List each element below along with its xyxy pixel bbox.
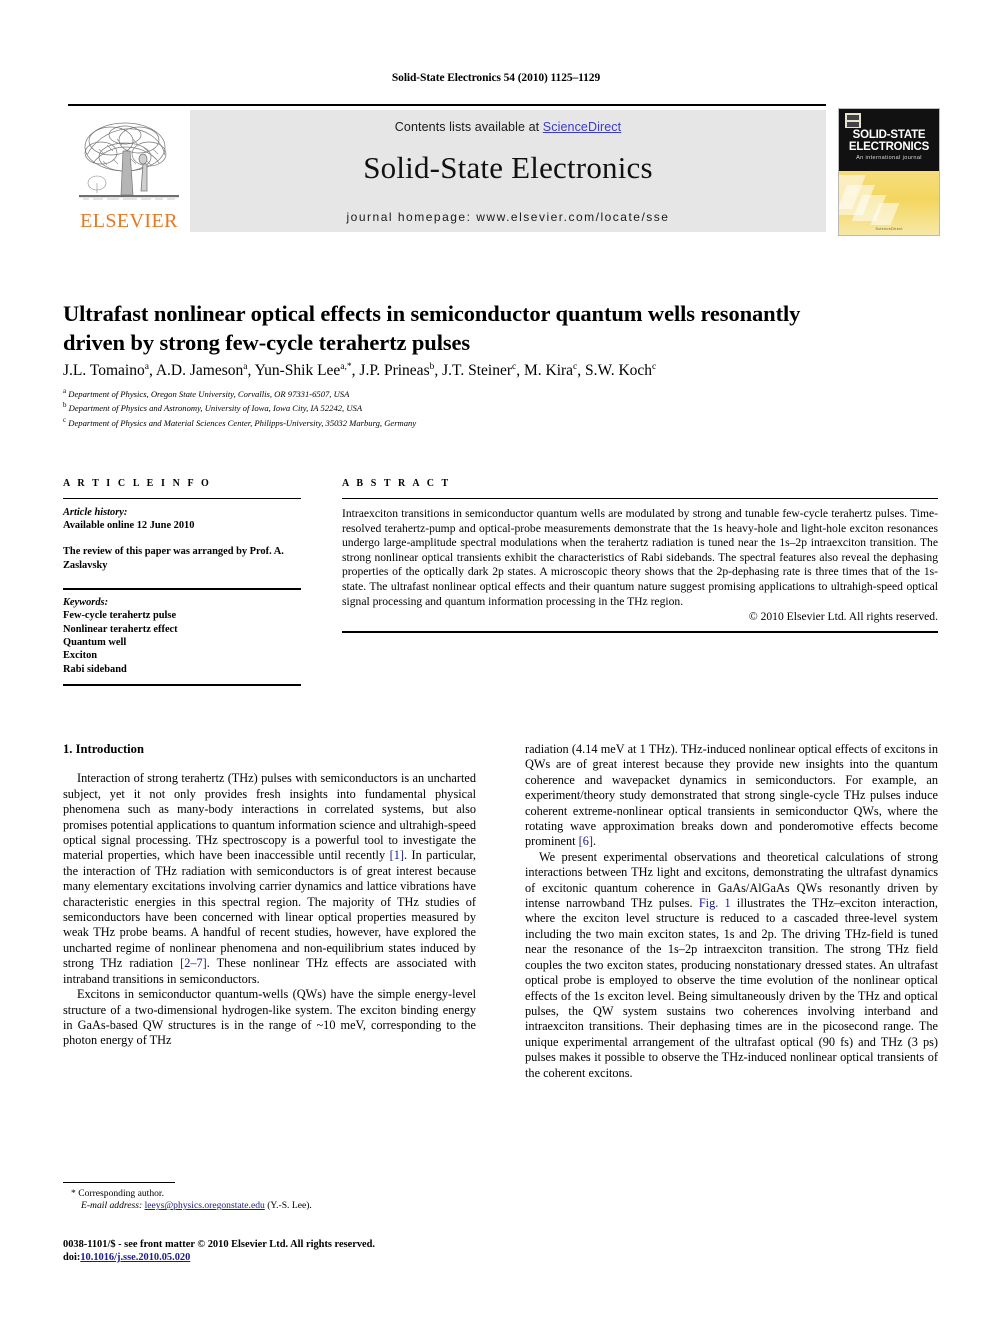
doi-label: doi: — [63, 1252, 81, 1263]
article-info-column: A R T I C L E I N F O Article history: A… — [63, 478, 301, 687]
keyword-item: Few-cycle terahertz pulse — [63, 610, 177, 622]
keyword-item: Rabi sideband — [63, 663, 127, 675]
footnote-block: * Corresponding author. E-mail address: … — [63, 1188, 483, 1212]
cover-title-line-2: ELECTRONICS — [848, 141, 930, 153]
article-history-value: Available online 12 June 2010 — [63, 520, 195, 532]
body-paragraph: Interaction of strong terahertz (THz) pu… — [63, 771, 476, 986]
body-paragraph: Excitons in semiconductor quantum-wells … — [63, 987, 476, 1048]
journal-homepage-link[interactable]: journal homepage: www.elsevier.com/locat… — [190, 186, 826, 224]
body-paragraph: radiation (4.14 meV at 1 THz). THz-induc… — [525, 742, 938, 849]
article-page: Solid-State Electronics 54 (2010) 1125–1… — [0, 0, 992, 1323]
journal-banner: ELSEVIER Contents lists available at Sci… — [68, 110, 826, 232]
cover-footer-mark: ScienceDirect — [875, 226, 903, 231]
body-column-left: 1. Introduction Interaction of strong te… — [63, 742, 476, 1049]
article-history-label: Article history: — [63, 507, 128, 518]
citation-link[interactable]: [2–7] — [180, 956, 207, 970]
doi-line: doi:10.1016/j.sse.2010.05.020 — [63, 1251, 523, 1264]
contents-lists-prefix: Contents lists available at — [394, 120, 543, 134]
abstract-heading: A B S T R A C T — [342, 478, 451, 489]
elsevier-tree-icon — [73, 115, 185, 211]
banner-top-rule — [68, 104, 826, 106]
abstract-copyright: © 2010 Elsevier Ltd. All rights reserved… — [748, 610, 938, 624]
doi-link[interactable]: 10.1016/j.sse.2010.05.020 — [80, 1252, 190, 1263]
citation-link[interactable]: [1] — [390, 848, 404, 862]
sciencedirect-link[interactable]: ScienceDirect — [543, 120, 621, 134]
imprint-line: 0038-1101/$ - see front matter © 2010 El… — [63, 1239, 376, 1250]
abstract-rule-bottom — [342, 631, 938, 634]
affiliation-c: c Department of Physics and Material Sci… — [63, 415, 417, 428]
keywords-block: Keywords: Few-cycle terahertz pulse Nonl… — [63, 596, 301, 676]
author-list: J.L. Tomainoa, A.D. Jamesona, Yun-Shik L… — [63, 362, 657, 380]
affiliation-b: b Department of Physics and Astronomy, U… — [63, 401, 363, 414]
affiliation-list: a Department of Physics, Oregon State Un… — [63, 386, 933, 429]
article-info-heading: A R T I C L E I N F O — [63, 478, 212, 489]
footnote-rule — [63, 1182, 175, 1183]
journal-title: Solid-State Electronics — [363, 150, 653, 185]
body-paragraph: We present experimental observations and… — [525, 849, 938, 1080]
keywords-rule-bottom — [63, 684, 301, 687]
abstract-column: A B S T R A C T Intraexciton transitions… — [342, 478, 938, 634]
abstract-text: Intraexciton transitions in semiconducto… — [342, 507, 938, 608]
abstract-rule-top — [342, 498, 938, 499]
email-line: E-mail address: leeys@physics.oregonstat… — [63, 1200, 483, 1212]
keyword-item: Exciton — [63, 650, 98, 662]
cover-artwork: ScienceDirect — [839, 171, 939, 235]
journal-cover-thumbnail[interactable]: SOLID-STATE ELECTRONICS An international… — [838, 108, 940, 236]
imprint-block: 0038-1101/$ - see front matter © 2010 El… — [63, 1238, 523, 1264]
cover-publisher-badge-icon — [845, 113, 861, 128]
cover-title-line-1: SOLID-STATE — [852, 129, 926, 141]
elsevier-wordmark: ELSEVIER — [80, 210, 178, 232]
figure-link[interactable]: Fig. 1 — [699, 896, 731, 910]
email-link[interactable]: leeys@physics.oregonstate.edu — [145, 1200, 265, 1211]
citation-link[interactable]: [6] — [579, 834, 593, 848]
corresponding-author-note: * Corresponding author. — [71, 1188, 164, 1199]
review-note: The review of this paper was arranged by… — [63, 546, 284, 571]
body-column-right: radiation (4.14 meV at 1 THz). THz-induc… — [525, 742, 938, 1081]
banner-content: Contents lists available at ScienceDirec… — [190, 110, 826, 232]
elsevier-logo[interactable]: ELSEVIER — [68, 110, 190, 232]
email-label: E-mail address: — [81, 1200, 143, 1212]
page-title: Ultrafast nonlinear optical effects in s… — [63, 301, 801, 356]
cover-subtitle: An international journal — [856, 155, 922, 161]
keywords-label: Keywords: — [63, 596, 109, 608]
keyword-item: Nonlinear terahertz effect — [63, 623, 178, 635]
email-suffix: (Y.-S. Lee). — [267, 1200, 312, 1212]
contents-lists-line: Contents lists available at ScienceDirec… — [190, 110, 826, 134]
keyword-item: Quantum well — [63, 637, 127, 649]
running-head: Solid-State Electronics 54 (2010) 1125–1… — [391, 72, 601, 84]
article-info-rule-top — [63, 498, 301, 499]
section-heading-introduction: 1. Introduction — [63, 742, 144, 756]
affiliation-a: a Department of Physics, Oregon State Un… — [63, 387, 350, 399]
article-history: Article history: Available online 12 Jun… — [63, 506, 301, 572]
keywords-rule-top — [63, 587, 301, 590]
